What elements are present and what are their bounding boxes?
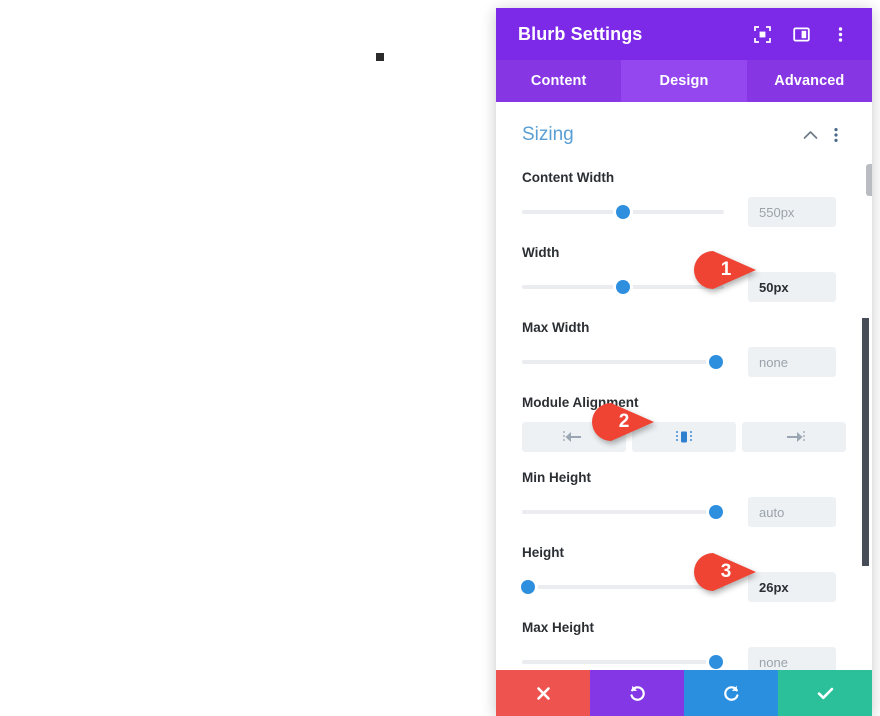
canvas-selection-dot <box>376 53 384 61</box>
max-height-input[interactable]: none <box>748 647 836 670</box>
field-width: Width 50px <box>522 227 846 302</box>
slider-track <box>522 510 724 514</box>
align-center-button[interactable] <box>632 422 736 452</box>
slider-handle[interactable] <box>708 355 723 369</box>
field-max-height: Max Height none <box>522 602 846 670</box>
panel-edge-handle[interactable] <box>866 164 872 196</box>
height-slider[interactable] <box>521 578 724 596</box>
panel-body: Sizing Content Width 550px Width 50px Ma… <box>496 102 872 670</box>
align-center-icon <box>676 431 692 443</box>
redo-icon <box>723 685 738 701</box>
field-label: Max Width <box>522 320 590 335</box>
slider-handle[interactable] <box>616 205 630 219</box>
slider-track <box>522 660 724 664</box>
tab-advanced[interactable]: Advanced <box>747 60 872 102</box>
field-label: Width <box>522 245 560 260</box>
field-label: Min Height <box>522 470 591 485</box>
screen: Blurb Settings Content Design Advanced S… <box>0 0 880 716</box>
undo-icon <box>630 685 645 701</box>
panel-tabs: Content Design Advanced <box>496 60 872 102</box>
header-icon-group <box>752 24 850 44</box>
section-title: Sizing <box>522 124 574 145</box>
field-module-alignment: Module Alignment <box>522 377 846 452</box>
width-input[interactable]: 50px <box>748 272 836 302</box>
field-height: Height 26px <box>521 527 846 602</box>
max-height-slider[interactable] <box>522 653 724 670</box>
max-width-slider[interactable] <box>522 353 724 371</box>
align-left-icon <box>563 431 581 443</box>
field-label: Content Width <box>522 170 615 185</box>
redo-button[interactable] <box>684 670 778 716</box>
slider-handle[interactable] <box>521 580 536 594</box>
field-label: Module Alignment <box>522 395 639 410</box>
layout-toggle-icon[interactable] <box>791 24 811 44</box>
align-right-icon <box>787 431 805 443</box>
checkmark-icon <box>817 687 833 699</box>
more-vertical-icon[interactable] <box>830 24 850 44</box>
content-width-input[interactable]: 550px <box>748 197 836 227</box>
tab-design[interactable]: Design <box>621 60 747 102</box>
chevron-up-icon[interactable] <box>800 125 820 145</box>
slider-handle[interactable] <box>708 655 723 669</box>
width-slider[interactable] <box>522 278 724 296</box>
max-width-input[interactable]: none <box>748 347 836 377</box>
panel-scrollbar-thumb[interactable] <box>862 318 869 566</box>
close-icon <box>536 686 550 700</box>
field-content-width: Content Width 550px <box>522 152 846 227</box>
content-width-slider[interactable] <box>522 203 724 221</box>
tab-content[interactable]: Content <box>496 60 621 102</box>
field-label: Max Height <box>522 620 595 635</box>
height-input[interactable]: 26px <box>748 572 836 602</box>
slider-track <box>522 585 724 589</box>
panel-header: Blurb Settings <box>496 8 872 60</box>
min-height-slider[interactable] <box>522 503 724 521</box>
cancel-button[interactable] <box>496 670 590 716</box>
align-left-button[interactable] <box>522 422 626 452</box>
slider-handle[interactable] <box>616 280 630 294</box>
min-height-input[interactable]: auto <box>748 497 836 527</box>
panel-title: Blurb Settings <box>518 23 643 44</box>
undo-button[interactable] <box>590 670 684 716</box>
field-max-width: Max Width none <box>522 302 846 377</box>
slider-track <box>522 360 724 364</box>
panel-action-bar <box>496 670 872 716</box>
save-button[interactable] <box>778 670 872 716</box>
slider-handle[interactable] <box>708 505 723 519</box>
field-label: Height <box>522 545 564 560</box>
blurb-settings-panel: Blurb Settings Content Design Advanced S… <box>496 8 872 716</box>
field-min-height: Min Height auto <box>522 452 846 527</box>
section-more-vertical-icon[interactable] <box>826 125 846 145</box>
fullscreen-icon[interactable] <box>752 24 772 44</box>
sizing-section-header: Sizing <box>522 102 846 152</box>
align-right-button[interactable] <box>742 422 846 452</box>
